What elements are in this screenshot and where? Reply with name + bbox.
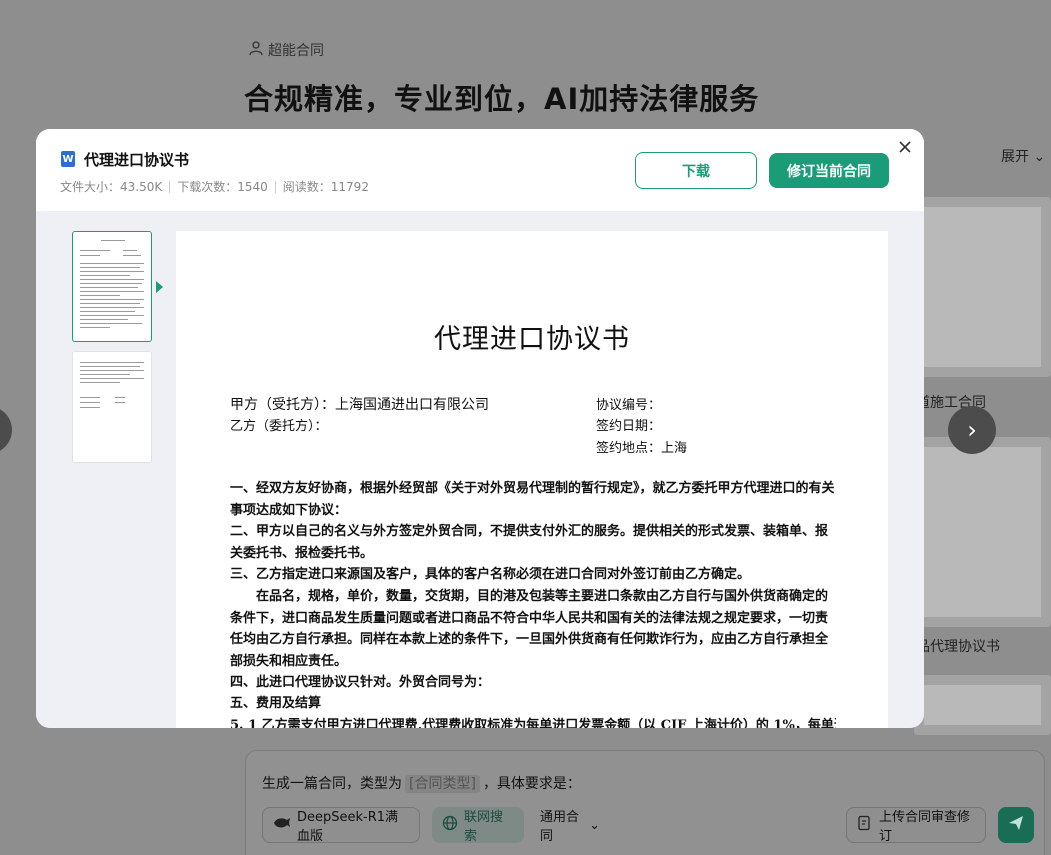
- chat-composer[interactable]: 生成一篇合同，类型为 [合同类型] ，具体要求是： DeepSeek-R1满血版 联…: [245, 750, 1045, 855]
- modal-title: 代理进口协议书: [84, 151, 190, 169]
- prompt-text: ，具体要求是：: [482, 776, 581, 792]
- document-preview-modal: W 代理进口协议书 文件大小：43.50K 下载次数：1540 阅读数：1179…: [36, 129, 924, 728]
- document-viewer[interactable]: 代理进口协议书 甲方（受托方）：上海国通进出口有限公司 乙方（委托方）： 协议编…: [36, 211, 924, 728]
- upload-review-button[interactable]: 上传合同审查修订: [846, 807, 986, 844]
- send-button[interactable]: [998, 807, 1034, 843]
- clause-paragraph: 二、甲方以自己的名义与外方签定外贸合同，不提供支付外汇的服务。提供相关的形式发票…: [230, 524, 829, 561]
- chevron-right-icon: ›: [967, 416, 977, 444]
- prompt-placeholder[interactable]: [合同类型]: [405, 775, 480, 793]
- clause-paragraph: 五、费用及结算: [230, 696, 322, 711]
- document-page: 代理进口协议书 甲方（受托方）：上海国通进出口有限公司 乙方（委托方）： 协议编…: [176, 231, 888, 728]
- brand-tagline: 超能合同: [248, 40, 324, 60]
- page-thumbnail[interactable]: [72, 231, 152, 342]
- word-file-icon: W: [61, 151, 75, 167]
- download-count: 下载次数：1540: [177, 180, 268, 194]
- chevron-down-icon: ⌄: [589, 817, 600, 833]
- globe-icon: [442, 815, 458, 835]
- agreement-number: 协议编号：: [596, 398, 662, 413]
- template-card[interactable]: [914, 197, 1051, 377]
- prompt-text: 生成一篇合同，类型为: [262, 776, 402, 792]
- close-icon[interactable]: [896, 138, 914, 156]
- deepseek-whale-icon: [273, 816, 291, 834]
- web-search-label: 联网搜索: [464, 810, 504, 844]
- sign-date: 签约日期：: [596, 419, 662, 434]
- expand-label: 展开: [1001, 149, 1029, 165]
- read-count: 阅读数：11792: [282, 180, 369, 194]
- model-label: DeepSeek-R1满血版: [297, 810, 399, 844]
- chevron-down-icon: ⌄: [1033, 149, 1046, 165]
- template-card[interactable]: [914, 437, 1051, 627]
- revise-contract-button[interactable]: 修订当前合同: [769, 153, 889, 188]
- web-search-toggle[interactable]: 联网搜索: [432, 807, 524, 844]
- contract-user-icon: [248, 40, 264, 60]
- model-selector[interactable]: DeepSeek-R1满血版: [262, 807, 420, 844]
- contract-type-dropdown[interactable]: 通用合同 ⌄: [530, 807, 610, 844]
- document-title: 代理进口协议书: [434, 324, 630, 355]
- file-size: 文件大小：43.50K: [60, 180, 163, 194]
- file-meta: 文件大小：43.50K 下载次数：1540 阅读数：11792: [60, 178, 369, 195]
- send-icon: [1007, 814, 1025, 836]
- template-card[interactable]: [914, 675, 1051, 735]
- modal-header: W 代理进口协议书 文件大小：43.50K 下载次数：1540 阅读数：1179…: [36, 129, 924, 211]
- download-button[interactable]: 下载: [635, 152, 757, 189]
- clause-paragraph: 四、此进口代理协议只针对。外贸合同号为：: [230, 675, 491, 690]
- clause-paragraph: 5. 1 乙方需支付甲方进口代理费,代理费收取标准为每单进口发票金额（以 CIF…: [230, 718, 836, 728]
- sign-place: 签约地点：上海: [596, 441, 688, 456]
- upload-document-icon: [857, 815, 873, 835]
- party-a-line: 甲方（受托方）：上海国通进出口有限公司: [230, 397, 489, 413]
- clause-paragraph: 三、乙方指定进口来源国及客户，具体的客户名称必须在进口合同对外签订前由乙方确定。: [230, 567, 751, 582]
- contract-type-label: 通用合同: [540, 810, 580, 844]
- current-page-indicator: [156, 281, 163, 293]
- template-card-label: 品代理协议书: [916, 639, 1000, 655]
- chat-prompt[interactable]: 生成一篇合同，类型为 [合同类型] ，具体要求是：: [262, 773, 581, 793]
- carousel-next-button[interactable]: ›: [948, 406, 996, 454]
- brand-tagline-text: 超能合同: [268, 43, 324, 59]
- clause-paragraph: 一、经双方友好协商，根据外经贸部《关于对外贸易代理制的暂行规定》，就乙方委托甲方…: [230, 481, 835, 518]
- page-headline: 合规精准，专业到位，AI加持法律服务: [244, 82, 760, 116]
- expand-toggle[interactable]: 展开 ⌄: [1001, 146, 1045, 166]
- upload-label: 上传合同审查修订: [879, 810, 971, 844]
- party-b-line: 乙方（委托方）：: [230, 419, 328, 434]
- carousel-prev-button[interactable]: ‹: [0, 406, 12, 454]
- clause-paragraph: 在品名，规格，单价，数量，交货期，目的港及包装等主要进口条款由乙方自行与国外供货…: [230, 589, 829, 669]
- page-thumbnail[interactable]: [72, 351, 152, 463]
